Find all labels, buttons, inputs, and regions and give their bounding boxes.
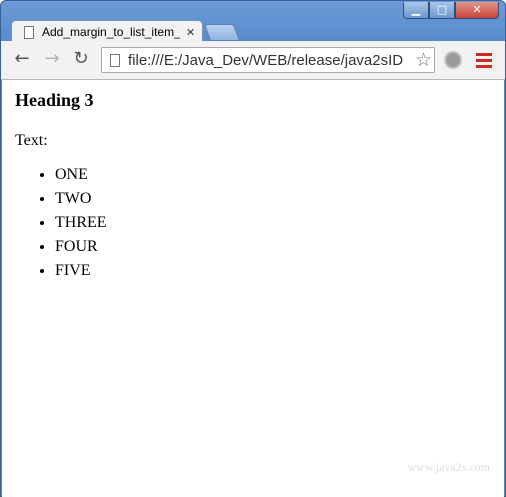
extension-icon[interactable]	[444, 51, 462, 69]
page-icon	[110, 53, 120, 67]
tab-active[interactable]: Add_margin_to_list_item_ ✕	[11, 20, 203, 43]
new-tab-button[interactable]	[203, 24, 241, 41]
page-content: Heading 3 Text: ONE TWO THREE FOUR FIVE …	[2, 80, 504, 497]
page-icon	[24, 25, 34, 39]
text-label: Text:	[15, 132, 48, 149]
watermark: www.java2s.com	[407, 460, 490, 474]
page-heading: Heading 3	[15, 90, 94, 110]
url-text[interactable]: file:///E:/Java_Dev/WEB/release/java2sID	[128, 52, 408, 69]
tab-close-icon[interactable]: ✕	[186, 26, 195, 39]
bookmark-star-icon[interactable]: ☆	[415, 49, 432, 71]
browser-toolbar: ← → ↻ file:///E:/Java_Dev/WEB/release/ja…	[1, 41, 505, 80]
tab-strip: Add_margin_to_list_item_ ✕	[1, 18, 505, 43]
list-item: FIVE	[55, 262, 107, 286]
address-bar[interactable]: file:///E:/Java_Dev/WEB/release/java2sID…	[101, 47, 435, 73]
back-arrow-icon[interactable]: ←	[11, 48, 33, 70]
close-window-button[interactable]: ✕	[455, 2, 499, 19]
browser-window: ▁ □ ✕ Add_margin_to_list_item_ ✕ ← → ↻ f…	[0, 0, 506, 497]
minimize-button[interactable]: ▁	[403, 2, 429, 19]
tab-title: Add_margin_to_list_item_	[42, 25, 180, 39]
maximize-button[interactable]: □	[429, 2, 455, 19]
list-item: FOUR	[55, 238, 107, 262]
list-item: TWO	[55, 190, 107, 214]
item-list: ONE TWO THREE FOUR FIVE	[15, 166, 107, 286]
forward-arrow-icon[interactable]: →	[41, 48, 63, 70]
menu-icon[interactable]	[476, 53, 492, 71]
list-item: THREE	[55, 214, 107, 238]
reload-icon[interactable]: ↻	[70, 48, 92, 70]
window-caption-buttons: ▁ □ ✕	[403, 2, 499, 19]
list-item: ONE	[55, 166, 107, 190]
